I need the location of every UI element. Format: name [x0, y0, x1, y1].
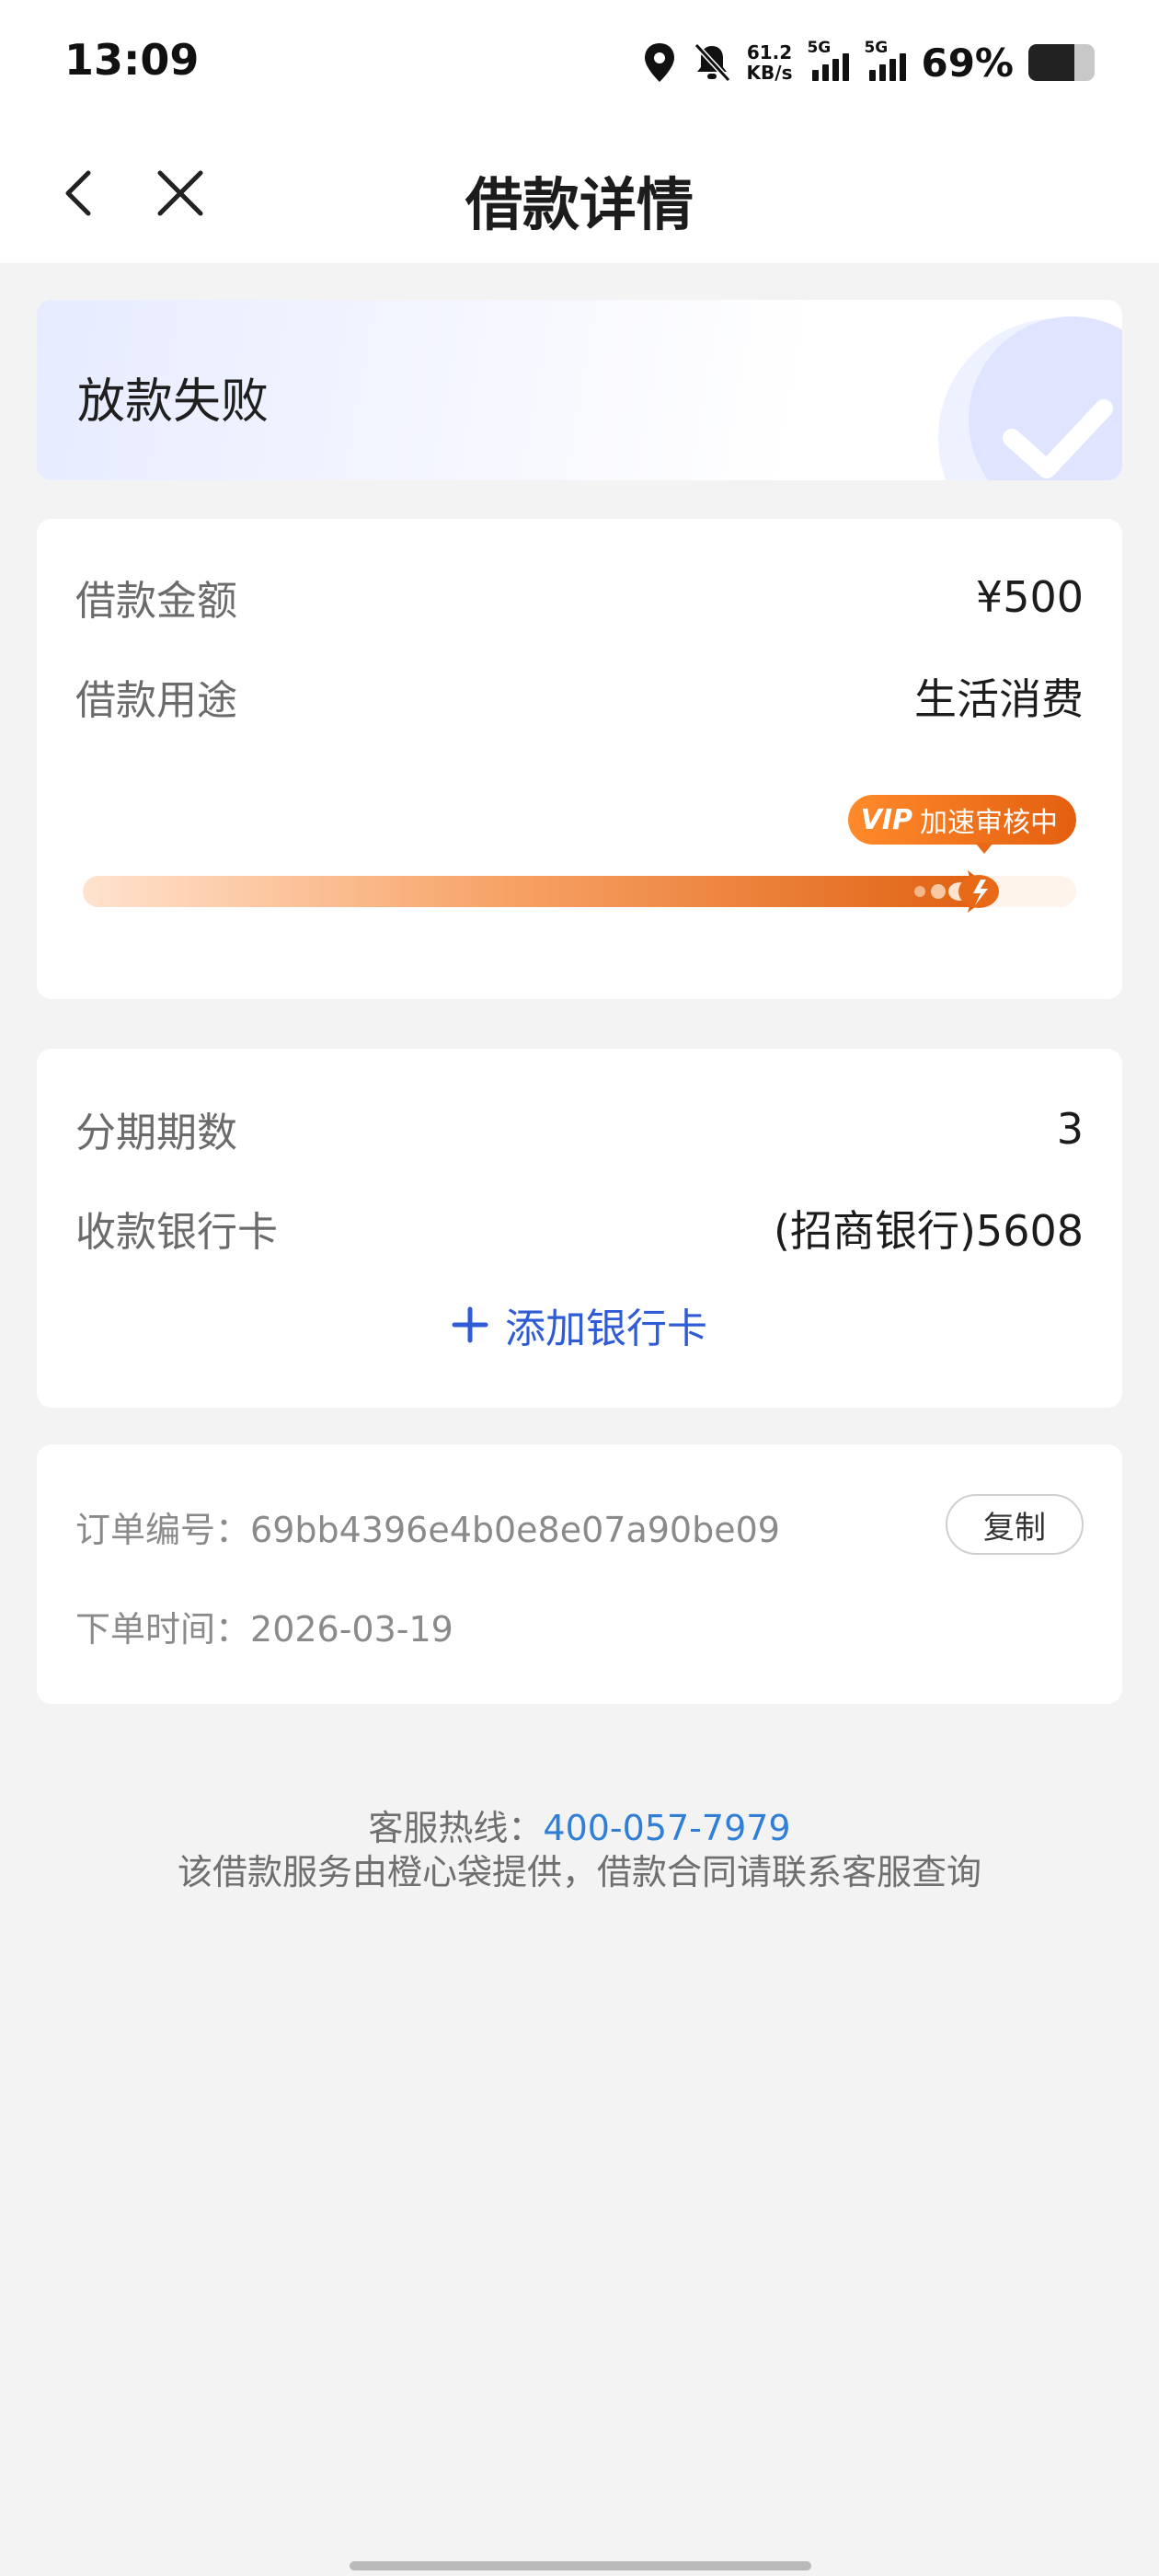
signal-icon: 5G — [864, 39, 907, 81]
network-speed: 61.2 KB/s — [747, 42, 793, 83]
bank-card-row[interactable]: 收款银行卡 (招商银行)5608 — [75, 1196, 1084, 1260]
installment-row: 分期期数 3 — [75, 1097, 1084, 1161]
order-number-label: 订单编号： — [75, 1510, 251, 1550]
order-number-row: 订单编号：69bb4396e4b0e8e07a90be09 — [75, 1501, 780, 1552]
copy-button[interactable]: 复制 — [946, 1494, 1084, 1555]
progress-fill — [83, 876, 997, 907]
mute-bell-icon — [694, 42, 730, 83]
status-icons: 61.2 KB/s 5G 5G 69% — [642, 37, 1095, 88]
home-indicator[interactable] — [350, 2561, 811, 2570]
speed-value: 61.2 — [746, 41, 793, 63]
battery-percent: 69% — [921, 40, 1014, 86]
order-time-row: 下单时间：2026-03-19 — [75, 1601, 453, 1651]
review-progress: VIP 加速审核中 — [83, 795, 1076, 914]
installment-value: 3 — [1056, 1104, 1084, 1154]
check-badge-icon — [938, 316, 1122, 480]
loan-purpose-row: 借款用途 生活消费 — [75, 664, 1084, 729]
bank-card-label: 收款银行卡 — [75, 1209, 278, 1256]
loan-status-text: 放款失败 — [77, 374, 270, 430]
loan-status-card: 放款失败 — [37, 300, 1122, 480]
plus-icon — [452, 1306, 488, 1343]
loan-purpose-value: 生活消费 — [914, 674, 1084, 724]
hotline-number-link[interactable]: 400-057-7979 — [543, 1808, 790, 1848]
vip-review-badge: VIP 加速审核中 — [847, 795, 1076, 845]
page-title: 借款详情 — [465, 171, 694, 238]
add-bank-card-label: 添加银行卡 — [505, 1305, 707, 1352]
signal-icon: 5G — [807, 39, 850, 81]
hotline-label: 客服热线： — [368, 1808, 544, 1848]
installment-label: 分期期数 — [75, 1110, 237, 1156]
rocket-icon — [913, 870, 999, 913]
bank-card-value: (招商银行)5608 — [774, 1206, 1084, 1256]
installment-card: 分期期数 3 收款银行卡 (招商银行)5608 添加银行卡 — [37, 1049, 1122, 1408]
loan-info-card: 借款金额 ¥500 借款用途 生活消费 VIP 加速审核中 — [37, 519, 1122, 999]
network-type-1: 5G — [807, 39, 832, 57]
network-type-2: 5G — [864, 39, 889, 57]
loan-amount-label: 借款金额 — [75, 578, 237, 625]
battery-icon — [1028, 44, 1095, 81]
status-time: 13:09 — [64, 35, 200, 85]
vip-label: VIP — [860, 803, 912, 836]
loan-amount-value: ¥500 — [975, 572, 1084, 622]
order-time-value: 2026-03-19 — [250, 1609, 453, 1650]
order-number-value: 69bb4396e4b0e8e07a90be09 — [250, 1510, 780, 1550]
order-time-label: 下单时间： — [75, 1609, 251, 1650]
add-bank-card-button[interactable]: 添加银行卡 — [37, 1295, 1122, 1354]
footer: 客服热线：400-057-7979 该借款服务由橙心袋提供，借款合同请联系客服查… — [0, 1800, 1159, 1892]
vip-badge-text: 加速审核中 — [920, 807, 1058, 839]
badge-pointer — [975, 843, 993, 854]
status-bar: 13:09 61.2 KB/s 5G 5G 69% — [0, 0, 1159, 129]
disclaimer-text: 该借款服务由橙心袋提供，借款合同请联系客服查询 — [177, 1852, 981, 1892]
loan-purpose-label: 借款用途 — [75, 677, 237, 724]
nav-bar: 借款详情 — [0, 129, 1159, 263]
location-icon — [644, 43, 674, 82]
speed-unit: KB/s — [746, 62, 793, 84]
order-card: 订单编号：69bb4396e4b0e8e07a90be09 复制 下单时间：20… — [37, 1444, 1122, 1704]
loan-amount-row: 借款金额 ¥500 — [75, 565, 1084, 629]
hotline-line: 客服热线：400-057-7979 — [0, 1800, 1159, 1848]
